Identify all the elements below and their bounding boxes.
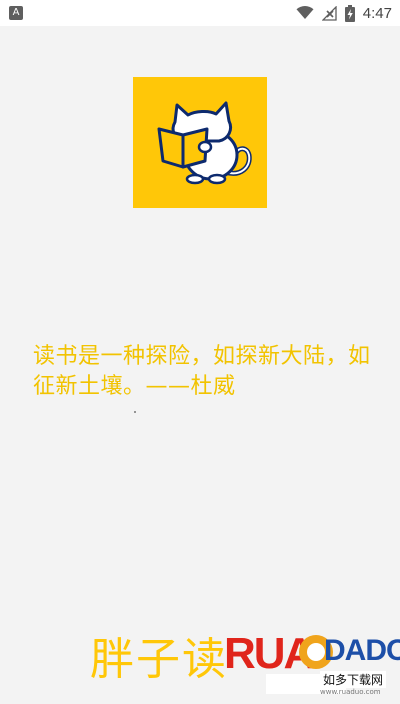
wifi-icon [296,6,314,19]
cat-reading-book-icon [157,101,252,185]
app-logo [133,77,267,208]
app-notification-icon: A [9,6,23,20]
status-icons: 4:47 [296,0,392,26]
decorative-dot [134,411,136,413]
battery-charging-icon [344,4,355,22]
watermark-subtitle: 如多下载网 [320,671,387,688]
splash-quote: 读书是一种探险，如探新大陆，如征新土壤。——杜威 [33,344,371,399]
cellular-signal-icon [321,5,337,21]
svg-text:DADO: DADO [324,634,400,667]
status-bar: A 4:47 [0,0,400,26]
status-time: 4:47 [362,4,392,22]
watermark: RUA DADO 如多下载网 www.ruaduo.com [222,612,400,700]
watermark-url: www.ruaduo.com [320,688,381,696]
